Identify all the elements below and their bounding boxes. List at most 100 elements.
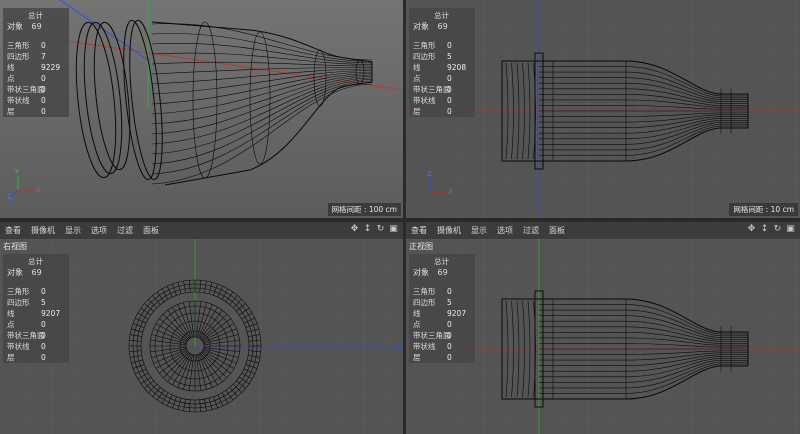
maximize-view-icon[interactable]: ▣ [388, 224, 399, 235]
stats-row: 四边形 5 [3, 297, 69, 308]
menu-view[interactable]: 查看 [406, 225, 432, 236]
stats-row-value: 0 [447, 342, 452, 351]
stats-row-value: 0 [41, 287, 46, 296]
viewport-title: 正视图 [409, 242, 433, 251]
gizmo-y-label: Y [15, 168, 20, 176]
viewport-splitter-horizontal[interactable] [0, 218, 800, 222]
stats-row-label: 带状线 [7, 96, 30, 105]
stats-objects-label: 对象 [413, 268, 429, 277]
stats-row-label: 四边形 [7, 52, 30, 61]
stats-row: 线 9229 [3, 62, 69, 73]
stats-row: 三角形 0 [3, 286, 69, 297]
stats-panel-top: 总计 对象 69 三角形 0 四边形 5 线 9208 点 0 带状三角面 0 带状线 0 层 0 [409, 8, 475, 117]
stats-row-value: 0 [41, 331, 46, 340]
menu-panel[interactable]: 面板 [544, 225, 570, 236]
viewport-front[interactable]: 查看 摄像机 显示 选项 过滤 面板 ✥ ↕ ↻ ▣ 总计 对象 69 三角形 [406, 222, 800, 434]
stats-row-value: 0 [447, 331, 452, 340]
stats-row: 线 9207 [409, 308, 475, 319]
stats-row-value: 0 [41, 320, 46, 329]
stats-row-label: 三角形 [7, 41, 30, 50]
menu-camera[interactable]: 摄像机 [432, 225, 466, 236]
maximize-view-icon[interactable]: ▣ [785, 224, 796, 235]
zoom-view-icon[interactable]: ↕ [759, 224, 770, 235]
stats-objects-value: 69 [31, 268, 42, 277]
stats-total-label: 总计 [28, 11, 43, 20]
stats-row-label: 线 [7, 63, 15, 72]
move-view-icon[interactable]: ✥ [349, 224, 360, 235]
menu-filter[interactable]: 过滤 [112, 225, 138, 236]
stats-row-value: 0 [447, 41, 452, 50]
stats-row-label: 点 [413, 74, 421, 83]
move-view-icon[interactable]: ✥ [746, 224, 757, 235]
right-canvas[interactable]: 总计 对象 69 三角形 0 四边形 5 线 9207 点 0 带状三角面 0 带状线 0 层 0 [0, 239, 403, 434]
stats-row: 带状三角面 0 [409, 330, 475, 341]
stats-row: 带状线 0 [409, 95, 475, 106]
stats-row: 带状线 0 [409, 341, 475, 352]
perspective-canvas[interactable]: Y X Z 总计 对象 69 三角形 0 四边形 7 线 9229 点 0 带状三角面 0 带状线 0… [0, 0, 403, 218]
viewport-top[interactable]: Z X 总计 对象 69 三角形 0 四边形 5 线 9208 点 0 带状三角面 0 带状线 0 层 0… [406, 0, 800, 218]
front-canvas[interactable]: 总计 对象 69 三角形 0 四边形 5 线 9207 点 0 带状三角面 0 带状线 0 层 0 [406, 239, 800, 434]
menu-camera[interactable]: 摄像机 [26, 225, 60, 236]
stats-row-label: 三角形 [413, 287, 436, 296]
menu-options[interactable]: 选项 [492, 225, 518, 236]
viewport-perspective[interactable]: Y X Z 总计 对象 69 三角形 0 四边形 7 线 9229 点 0 带状三角面 0 带状线 0… [0, 0, 403, 218]
grid-spacing-label: 网格间距 : 10 cm [729, 203, 798, 216]
stats-row-value: 0 [447, 320, 452, 329]
stats-row-label: 带状线 [413, 96, 436, 105]
view-nav-icons: ✥ ↕ ↻ ▣ [349, 224, 399, 235]
stats-row-label: 点 [7, 74, 15, 83]
stats-row-label: 四边形 [413, 298, 436, 307]
stats-row: 层0 [3, 352, 69, 363]
stats-row-value: 9229 [41, 63, 61, 72]
stats-row-label: 三角形 [413, 41, 436, 50]
top-canvas[interactable]: Z X 总计 对象 69 三角形 0 四边形 5 线 9208 点 0 带状三角面 0 带状线 0 层 0… [406, 0, 800, 218]
stats-row-value: 0 [41, 342, 46, 351]
stats-row-label: 带状三角面 [413, 85, 451, 94]
stats-row-value: 0 [41, 96, 46, 105]
stats-objects-value: 69 [31, 22, 42, 31]
view-nav-icons: ✥ ↕ ↻ ▣ [746, 224, 796, 235]
menu-display[interactable]: 显示 [466, 225, 492, 236]
stats-row: 带状三角面 0 [409, 84, 475, 95]
stats-row-value: 9207 [41, 309, 61, 318]
stats-objects-label: 对象 [7, 268, 23, 277]
stats-row-value: 5 [447, 298, 452, 307]
menu-filter[interactable]: 过滤 [518, 225, 544, 236]
stats-row: 层0 [3, 106, 69, 117]
menu-panel[interactable]: 面板 [138, 225, 164, 236]
zoom-view-icon[interactable]: ↕ [362, 224, 373, 235]
menu-view[interactable]: 查看 [0, 225, 26, 236]
menu-display[interactable]: 显示 [60, 225, 86, 236]
rotate-view-icon[interactable]: ↻ [772, 224, 783, 235]
stats-row-value: 0 [447, 107, 452, 116]
menu-options[interactable]: 选项 [86, 225, 112, 236]
stats-row-value: 0 [447, 353, 452, 362]
stats-row: 带状线 0 [3, 341, 69, 352]
stats-row: 带状三角面 0 [3, 330, 69, 341]
stats-row-label: 带状线 [7, 342, 30, 351]
stats-row-label: 三角形 [7, 287, 30, 296]
stats-header: 总计 对象 69 [409, 8, 475, 34]
stats-row-value: 0 [447, 287, 452, 296]
gizmo-z-label: Z [427, 170, 432, 178]
stats-row-label: 层 [413, 353, 421, 362]
stats-row: 四边形 7 [3, 51, 69, 62]
stats-panel-front: 总计 对象 69 三角形 0 四边形 5 线 9207 点 0 带状三角面 0 带状线 0 层 0 [409, 254, 475, 363]
stats-header: 总计 对象 69 [3, 8, 69, 34]
stats-row-label: 带状线 [413, 342, 436, 351]
stats-row-value: 0 [447, 96, 452, 105]
viewport-splitter-vertical[interactable] [403, 0, 406, 434]
stats-row: 三角形 0 [3, 40, 69, 51]
stats-header: 总计 对象 69 [409, 254, 475, 280]
stats-objects-label: 对象 [7, 22, 23, 31]
stats-row: 三角形 0 [409, 40, 475, 51]
stats-row-value: 0 [447, 74, 452, 83]
viewport-right[interactable]: 查看 摄像机 显示 选项 过滤 面板 ✥ ↕ ↻ ▣ 总计 对象 69 三角形 … [0, 222, 403, 434]
rotate-view-icon[interactable]: ↻ [375, 224, 386, 235]
stats-row-value: 0 [41, 107, 46, 116]
stats-row-value: 9208 [447, 63, 467, 72]
stats-row-value: 0 [41, 41, 46, 50]
stats-row-label: 层 [7, 107, 15, 116]
stats-row: 线 9207 [3, 308, 69, 319]
stats-row: 三角形 0 [409, 286, 475, 297]
